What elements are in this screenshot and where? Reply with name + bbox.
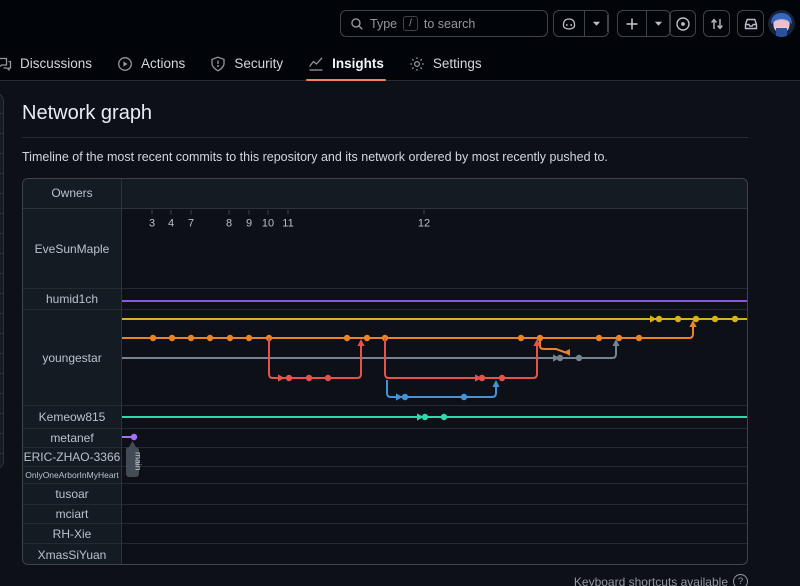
slash-key-hint: / bbox=[403, 16, 418, 31]
svg-text:10: 10 bbox=[262, 218, 274, 230]
svg-text:3: 3 bbox=[149, 218, 155, 230]
clipped-left-panel bbox=[0, 93, 4, 469]
tab-label: Insights bbox=[332, 56, 384, 71]
page-description: Timeline of the most recent commits to t… bbox=[22, 150, 608, 164]
create-new-button[interactable] bbox=[618, 11, 646, 36]
search-icon bbox=[350, 17, 364, 31]
title-divider bbox=[22, 137, 748, 138]
inbox-button[interactable] bbox=[737, 10, 764, 37]
search-placeholder-prefix: Type bbox=[370, 17, 397, 31]
create-new-dropdown-button[interactable] bbox=[646, 11, 670, 36]
chevron-down-icon bbox=[592, 20, 601, 27]
owner-label[interactable]: OnlyOneArborInMyHeart bbox=[23, 467, 121, 483]
top-bar: Type / to search bbox=[0, 0, 800, 47]
question-mark-icon: ? bbox=[733, 574, 748, 586]
settings-icon bbox=[409, 56, 425, 72]
svg-text:7: 7 bbox=[188, 218, 194, 230]
svg-text:11: 11 bbox=[282, 218, 293, 230]
page-title: Network graph bbox=[22, 102, 152, 125]
chevron-down-icon bbox=[654, 20, 663, 27]
search-placeholder-suffix: to search bbox=[424, 17, 475, 31]
graph-header-row: Owners bbox=[23, 179, 747, 209]
owner-label[interactable]: humid1ch bbox=[23, 289, 121, 309]
pull-requests-button[interactable] bbox=[703, 10, 730, 37]
owner-label[interactable]: Kemeow815 bbox=[23, 406, 121, 428]
owner-label[interactable]: tusoar bbox=[23, 484, 121, 504]
owner-label[interactable]: mciart bbox=[23, 505, 121, 523]
tab-discussions[interactable]: Discussions bbox=[0, 47, 94, 80]
security-icon bbox=[210, 56, 226, 72]
owners-column-header: Owners bbox=[23, 179, 121, 208]
issues-button[interactable] bbox=[669, 10, 696, 37]
owner-label[interactable]: EveSunMaple bbox=[23, 209, 121, 288]
topbar-divider bbox=[607, 15, 608, 32]
owner-label[interactable]: RH-Xie bbox=[23, 524, 121, 543]
actions-icon bbox=[117, 56, 133, 72]
owner-label[interactable]: youngestar bbox=[23, 310, 121, 405]
owner-label[interactable]: XmasSiYuan bbox=[23, 544, 121, 565]
copilot-icon bbox=[561, 16, 577, 32]
tab-label: Settings bbox=[433, 56, 482, 71]
search-input[interactable]: Type / to search bbox=[340, 10, 548, 37]
tab-actions[interactable]: Actions bbox=[115, 47, 187, 80]
tab-security[interactable]: Security bbox=[208, 47, 285, 80]
network-graph-container: Owners EveSunMaplehumid1chyoungestarKeme… bbox=[22, 178, 748, 565]
tab-insights[interactable]: Insights bbox=[306, 47, 386, 80]
copilot-button[interactable] bbox=[554, 11, 584, 36]
owner-label[interactable]: metanef bbox=[23, 429, 121, 447]
insights-icon bbox=[308, 56, 324, 72]
repo-tab-bar: Discussions Actions Security Insights Settin… bbox=[0, 47, 800, 81]
pull-request-icon bbox=[709, 16, 725, 32]
tab-label: Discussions bbox=[20, 56, 92, 71]
copilot-dropdown-button[interactable] bbox=[584, 11, 608, 36]
keyboard-shortcuts-label: Keyboard shortcuts available bbox=[574, 575, 728, 586]
keyboard-shortcuts-hint[interactable]: Keyboard shortcuts available ? bbox=[574, 574, 748, 586]
copilot-button-group bbox=[553, 10, 609, 37]
tab-settings[interactable]: Settings bbox=[407, 47, 484, 80]
tab-label: Security bbox=[234, 56, 283, 71]
svg-text:8: 8 bbox=[226, 218, 232, 230]
avatar[interactable] bbox=[768, 10, 795, 37]
issue-opened-icon bbox=[675, 16, 691, 32]
svg-text:9: 9 bbox=[246, 218, 252, 230]
network-graph-svg[interactable]: 3 4 7 8 9 10 11 12 main bbox=[122, 209, 748, 565]
tab-label: Actions bbox=[141, 56, 185, 71]
svg-text:12: 12 bbox=[418, 218, 430, 230]
inbox-icon bbox=[743, 16, 759, 32]
svg-text:4: 4 bbox=[168, 218, 174, 230]
owner-label[interactable]: ERIC-ZHAO-3366 bbox=[23, 448, 121, 466]
avatar-image bbox=[768, 10, 795, 37]
discussion-icon bbox=[0, 56, 12, 72]
plus-icon bbox=[625, 17, 639, 31]
branch-tag-main: main bbox=[134, 452, 144, 471]
create-new-button-group bbox=[617, 10, 671, 37]
